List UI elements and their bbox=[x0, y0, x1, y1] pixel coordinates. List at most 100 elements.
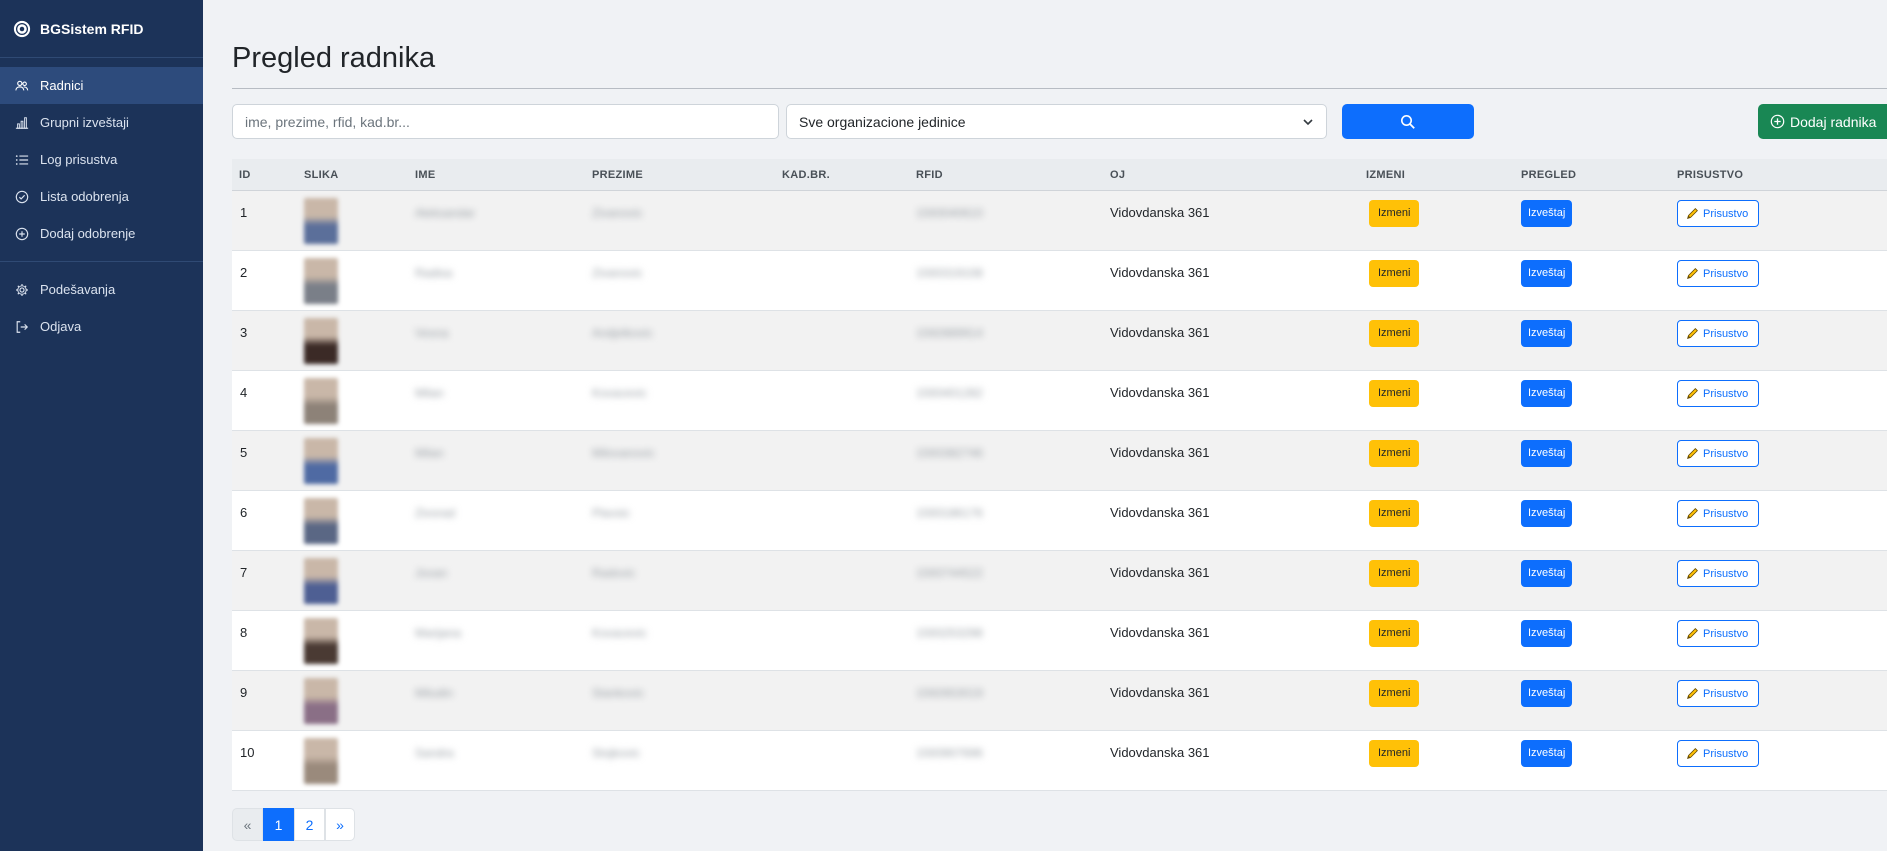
report-button[interactable]: Izveštaj bbox=[1521, 560, 1573, 587]
cell-ime: Radisa bbox=[415, 251, 592, 280]
report-button[interactable]: Izveštaj bbox=[1521, 620, 1573, 647]
attendance-label: Prisustvo bbox=[1703, 207, 1749, 220]
list-icon bbox=[15, 154, 29, 165]
report-button[interactable]: Izveštaj bbox=[1521, 200, 1573, 227]
avatar bbox=[304, 738, 338, 784]
last-name: Plavsic bbox=[592, 506, 631, 520]
first-name: Milan bbox=[415, 446, 444, 460]
cell-kad-br bbox=[782, 371, 916, 385]
report-button[interactable]: Izveštaj bbox=[1521, 440, 1573, 467]
sidebar-item-radnici[interactable]: Radnici bbox=[0, 67, 203, 104]
attendance-button[interactable]: Prisustvo bbox=[1677, 500, 1760, 527]
org-unit-selected-value: Sve organizacione jedinice bbox=[799, 113, 966, 130]
cell-id: 8 bbox=[240, 625, 248, 640]
pagination-page-2[interactable]: 2 bbox=[294, 808, 325, 841]
avatar bbox=[304, 378, 338, 424]
pagination-prev[interactable]: « bbox=[232, 808, 263, 841]
pagination: « 1 2 » bbox=[232, 808, 355, 841]
rfid-value: 1593040610 bbox=[916, 206, 983, 220]
edit-button[interactable]: Izmeni bbox=[1369, 320, 1420, 347]
cell-prezime: Kovacevic bbox=[592, 371, 782, 400]
table-row: 9 Miludin Stankovic 1592653019 Vidovdanska 3… bbox=[232, 671, 1887, 731]
report-button[interactable]: Izveštaj bbox=[1521, 380, 1573, 407]
edit-button[interactable]: Izmeni bbox=[1369, 440, 1420, 467]
edit-button[interactable]: Izmeni bbox=[1369, 620, 1420, 647]
main-content: Pregled radnika Sve organizacione jedini… bbox=[203, 0, 1887, 851]
brand[interactable]: BGSistem RFID bbox=[0, 0, 203, 58]
sidebar-item-odjava[interactable]: Odjava bbox=[0, 308, 203, 345]
cell-prisustvo: Prisustvo bbox=[1677, 551, 1887, 587]
cell-id: 6 bbox=[240, 505, 248, 520]
cell-rfid: 1592653019 bbox=[916, 671, 1110, 700]
attendance-button[interactable]: Prisustvo bbox=[1677, 380, 1760, 407]
cell-prezime: Kovacevic bbox=[592, 611, 782, 640]
org-unit-select[interactable]: Sve organizacione jedinice bbox=[786, 104, 1327, 139]
attendance-button[interactable]: Prisustvo bbox=[1677, 320, 1760, 347]
sidebar-item-podesavanja[interactable]: Podešavanja bbox=[0, 271, 203, 308]
attendance-button[interactable]: Prisustvo bbox=[1677, 200, 1760, 227]
report-button[interactable]: Izveštaj bbox=[1521, 320, 1573, 347]
cell-photo bbox=[304, 311, 415, 364]
cell-prezime: Stankovic bbox=[592, 671, 782, 700]
attendance-button[interactable]: Prisustvo bbox=[1677, 260, 1760, 287]
pagination-page-1[interactable]: 1 bbox=[263, 808, 294, 841]
cell-prisustvo: Prisustvo bbox=[1677, 251, 1887, 287]
sidebar-item-label: Radnici bbox=[40, 78, 84, 93]
report-button[interactable]: Izveštaj bbox=[1521, 740, 1573, 767]
header-prisustvo: PRISUSTVO bbox=[1677, 168, 1744, 181]
sidebar-item-grupni-izvestaji[interactable]: Grupni izveštaji bbox=[0, 104, 203, 141]
cell-prisustvo: Prisustvo bbox=[1677, 491, 1887, 527]
sidebar-item-dodaj-odobrenje[interactable]: Dodaj odobrenje bbox=[0, 215, 203, 252]
edit-button[interactable]: Izmeni bbox=[1369, 500, 1420, 527]
report-button[interactable]: Izveštaj bbox=[1521, 680, 1573, 707]
attendance-label: Prisustvo bbox=[1703, 567, 1749, 580]
logo-icon bbox=[13, 20, 31, 37]
attendance-button[interactable]: Prisustvo bbox=[1677, 740, 1760, 767]
cell-ime: Aleksandar bbox=[415, 191, 592, 220]
search-input[interactable] bbox=[232, 104, 779, 139]
report-button[interactable]: Izveštaj bbox=[1521, 260, 1573, 287]
header-oj[interactable]: OJ bbox=[1110, 169, 1366, 181]
edit-button[interactable]: Izmeni bbox=[1369, 740, 1420, 767]
cell-photo bbox=[304, 551, 415, 604]
cell-id: 2 bbox=[240, 265, 248, 280]
cell-rfid: 1593253298 bbox=[916, 611, 1110, 640]
cell-ime: Zivorad bbox=[415, 491, 592, 520]
last-name: Kovacevic bbox=[592, 626, 647, 640]
cell-prisustvo: Prisustvo bbox=[1677, 731, 1887, 767]
edit-button[interactable]: Izmeni bbox=[1369, 380, 1420, 407]
first-name: Milan bbox=[415, 386, 444, 400]
edit-button[interactable]: Izmeni bbox=[1369, 260, 1420, 287]
attendance-button[interactable]: Prisustvo bbox=[1677, 440, 1760, 467]
attendance-button[interactable]: Prisustvo bbox=[1677, 620, 1760, 647]
cell-prisustvo: Prisustvo bbox=[1677, 311, 1887, 347]
cell-izmeni: Izmeni bbox=[1366, 311, 1521, 347]
edit-button[interactable]: Izmeni bbox=[1369, 680, 1420, 707]
header-kad-br[interactable]: KAD.BR. bbox=[782, 169, 916, 181]
cell-rfid: 1593319108 bbox=[916, 251, 1110, 280]
header-rfid[interactable]: RFID bbox=[916, 169, 1110, 181]
cell-kad-br bbox=[782, 251, 916, 265]
table-row: 1 Aleksandar Zivanovic 1593040610 Vidovdansk… bbox=[232, 191, 1887, 251]
attendance-button[interactable]: Prisustvo bbox=[1677, 680, 1760, 707]
attendance-label: Prisustvo bbox=[1703, 447, 1749, 460]
edit-button[interactable]: Izmeni bbox=[1369, 200, 1420, 227]
report-button[interactable]: Izveštaj bbox=[1521, 500, 1573, 527]
first-name: Sandra bbox=[415, 746, 454, 760]
cell-prezime: Andjelkovic bbox=[592, 311, 782, 340]
cell-kad-br bbox=[782, 191, 916, 205]
header-ime[interactable]: IME bbox=[415, 169, 592, 181]
table-row: 2 Radisa Zivanovic 1593319108 Vidovdanska 36… bbox=[232, 251, 1887, 311]
edit-button[interactable]: Izmeni bbox=[1369, 560, 1420, 587]
attendance-button[interactable]: Prisustvo bbox=[1677, 560, 1760, 587]
header-prezime[interactable]: PREZIME bbox=[592, 169, 782, 181]
pagination-next[interactable]: » bbox=[325, 808, 355, 841]
search-button[interactable] bbox=[1342, 104, 1474, 139]
cell-oj: Vidovdanska 361 bbox=[1110, 685, 1210, 700]
add-employee-button[interactable]: Dodaj radnika bbox=[1758, 104, 1887, 139]
sidebar-item-lista-odobrenja[interactable]: Lista odobrenja bbox=[0, 178, 203, 215]
sidebar-item-log-prisustva[interactable]: Log prisustva bbox=[0, 141, 203, 178]
header-id[interactable]: ID bbox=[232, 169, 304, 181]
gear-icon bbox=[16, 283, 28, 296]
cell-rfid: 1593907696 bbox=[916, 731, 1110, 760]
